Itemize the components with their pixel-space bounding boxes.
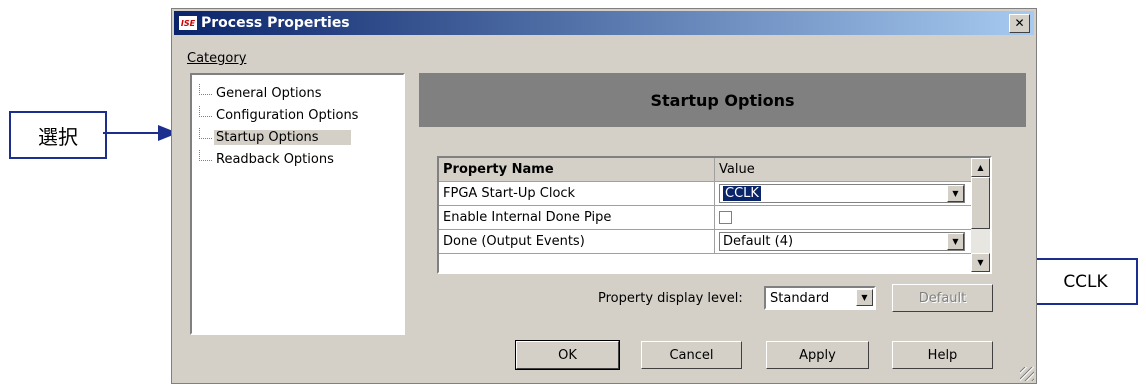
apply-button-label: Apply bbox=[799, 347, 836, 363]
done-output-events-select[interactable]: Default (4) ▼ bbox=[719, 232, 965, 251]
close-button[interactable]: ✕ bbox=[1009, 14, 1030, 33]
header-property-name: Property Name bbox=[439, 158, 715, 181]
property-value-cell: CCLK ▼ bbox=[715, 182, 971, 205]
tree-item-startup-options[interactable]: Startup Options bbox=[199, 127, 351, 147]
property-value-cell bbox=[715, 206, 971, 229]
grid-header-row: Property Name Value bbox=[439, 158, 971, 182]
panel-title: Startup Options bbox=[419, 73, 1026, 127]
grid-scrollbar[interactable]: ▲ ▼ bbox=[971, 158, 990, 272]
property-grid[interactable]: Property Name Value FPGA Start-Up Clock … bbox=[437, 156, 992, 274]
dropdown-arrow-icon[interactable]: ▼ bbox=[947, 185, 964, 202]
app-icon-text: ISE bbox=[180, 18, 196, 28]
display-level-label: Property display level: bbox=[598, 291, 743, 306]
close-icon: ✕ bbox=[1014, 16, 1025, 30]
apply-button[interactable]: Apply bbox=[766, 341, 869, 369]
tree-item-label: Readback Options bbox=[216, 151, 334, 167]
scroll-up-icon[interactable]: ▲ bbox=[971, 158, 990, 177]
fpga-startup-clock-select[interactable]: CCLK ▼ bbox=[719, 184, 965, 203]
process-properties-dialog: ISE Process Properties ✕ Category Genera… bbox=[171, 8, 1037, 384]
property-value-cell: Default (4) ▼ bbox=[715, 230, 971, 253]
combo-value: CCLK bbox=[723, 186, 761, 201]
enable-internal-done-pipe-checkbox[interactable] bbox=[719, 211, 732, 224]
scroll-thumb[interactable] bbox=[971, 177, 990, 229]
dialog-title: Process Properties bbox=[201, 15, 350, 31]
scroll-down-icon[interactable]: ▼ bbox=[971, 253, 990, 272]
title-bar[interactable]: ISE Process Properties ✕ bbox=[174, 11, 1034, 35]
annotation-arrow-left-line bbox=[103, 132, 161, 134]
resize-grip-icon[interactable] bbox=[1020, 367, 1034, 381]
table-row: Enable Internal Done Pipe bbox=[439, 206, 971, 230]
dropdown-arrow-icon[interactable]: ▼ bbox=[947, 233, 964, 250]
property-name-cell: Done (Output Events) bbox=[439, 230, 715, 253]
help-button[interactable]: Help bbox=[892, 341, 993, 369]
category-label: Category bbox=[187, 51, 247, 66]
cancel-button-label: Cancel bbox=[669, 347, 714, 363]
tree-item-configuration-options[interactable]: Configuration Options bbox=[199, 105, 360, 125]
category-tree[interactable]: General Options Configuration Options St… bbox=[190, 73, 405, 335]
annotation-select-label: 選択 bbox=[9, 111, 107, 159]
cancel-button[interactable]: Cancel bbox=[641, 341, 742, 369]
ise-app-icon: ISE bbox=[179, 16, 197, 30]
annotation-cclk-text: CCLK bbox=[1063, 271, 1108, 292]
ok-button-label: OK bbox=[558, 347, 577, 363]
panel-title-text: Startup Options bbox=[650, 90, 795, 110]
tree-item-general-options[interactable]: General Options bbox=[199, 83, 324, 103]
tree-item-label: General Options bbox=[216, 85, 322, 101]
property-name-cell: FPGA Start-Up Clock bbox=[439, 182, 715, 205]
help-button-label: Help bbox=[927, 347, 958, 363]
default-button[interactable]: Default bbox=[892, 284, 993, 312]
tree-branch-icon bbox=[199, 149, 212, 161]
header-value: Value bbox=[719, 162, 755, 177]
table-row: FPGA Start-Up Clock CCLK ▼ bbox=[439, 182, 971, 206]
tree-item-readback-options[interactable]: Readback Options bbox=[199, 149, 336, 169]
ok-button[interactable]: OK bbox=[515, 340, 620, 370]
property-name-cell: Enable Internal Done Pipe bbox=[439, 206, 715, 229]
dropdown-arrow-icon[interactable]: ▼ bbox=[856, 289, 873, 306]
default-button-label: Default bbox=[918, 290, 967, 306]
tree-branch-icon bbox=[199, 83, 212, 95]
display-level-select[interactable]: Standard ▼ bbox=[764, 286, 876, 310]
table-row: Done (Output Events) Default (4) ▼ bbox=[439, 230, 971, 254]
tree-branch-icon bbox=[199, 127, 212, 139]
tree-item-label: Configuration Options bbox=[216, 107, 359, 123]
annotation-cclk-label: CCLK bbox=[1033, 258, 1138, 305]
combo-value: Default (4) bbox=[723, 234, 794, 249]
tree-branch-icon bbox=[199, 105, 212, 117]
tree-item-label: Startup Options bbox=[214, 129, 351, 145]
annotation-select-text: 選択 bbox=[38, 124, 78, 149]
display-level-value: Standard bbox=[770, 290, 830, 306]
